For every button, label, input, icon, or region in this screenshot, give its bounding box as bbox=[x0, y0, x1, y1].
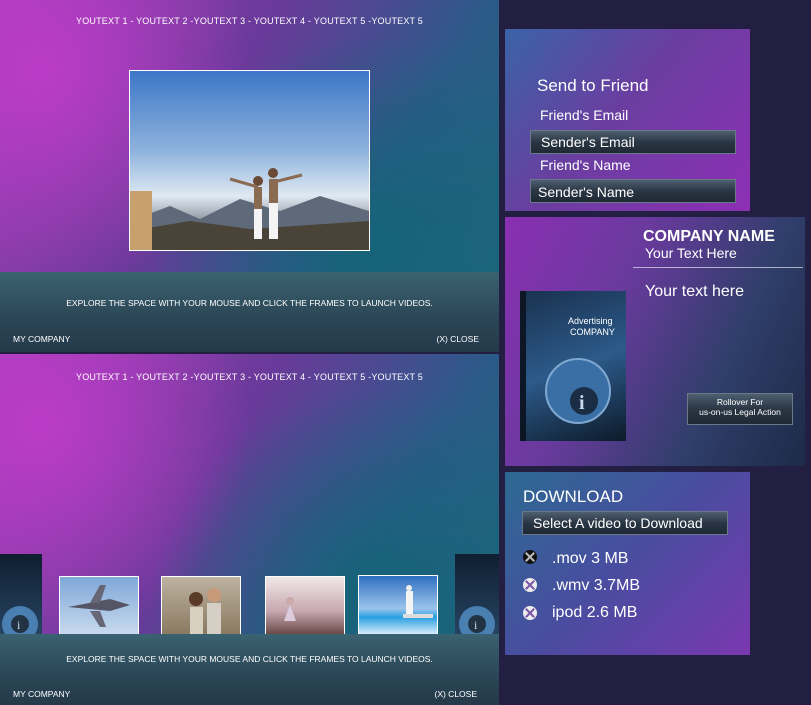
mov-option[interactable]: .mov 3 MB bbox=[552, 550, 628, 568]
send-to-friend-panel: Send to Friend Friend's Email Sender's E… bbox=[505, 29, 750, 211]
company-name: COMPANY NAME bbox=[643, 228, 775, 245]
company-subtitle: Your Text Here bbox=[645, 245, 737, 261]
poolside-couple-image bbox=[403, 585, 433, 618]
globe-info-icon: i bbox=[459, 606, 495, 642]
bottom-close-button[interactable]: (X) CLOSE bbox=[434, 689, 477, 699]
friends-email-field[interactable]: Friend's Email bbox=[540, 107, 628, 123]
bottom-company-link[interactable]: MY COMPANY bbox=[13, 689, 70, 699]
svg-text:i: i bbox=[579, 392, 585, 414]
couple-on-rock-image bbox=[130, 168, 369, 250]
senders-name-field[interactable]: Sender's Name bbox=[538, 184, 634, 200]
top-company-link[interactable]: MY COMPANY bbox=[13, 334, 70, 344]
top-instruction-text: EXPLORE THE SPACE WITH YOUR MOUSE AND CL… bbox=[66, 298, 433, 308]
thumbnail-couple[interactable] bbox=[161, 576, 241, 635]
globe-info-icon: i bbox=[545, 358, 611, 424]
video-player-bottom: YOUTEXT 1 - YOUTEXT 2 -YOUTEXT 3 - YOUTE… bbox=[0, 354, 499, 705]
company-divider bbox=[633, 267, 803, 268]
ipod-option-icon[interactable] bbox=[523, 606, 537, 620]
thumbnail-meditation[interactable] bbox=[265, 576, 345, 635]
top-close-button[interactable]: (X) CLOSE bbox=[436, 334, 479, 344]
senders-name-field-bar[interactable]: Sender's Name bbox=[530, 179, 736, 203]
download-title: DOWNLOAD bbox=[523, 487, 624, 506]
featured-video-frame[interactable] bbox=[129, 70, 370, 251]
ipod-option[interactable]: ipod 2.6 MB bbox=[552, 604, 637, 622]
left-globe-frame[interactable]: i bbox=[0, 554, 42, 646]
meditation-image bbox=[284, 597, 296, 621]
send-to-friend-title: Send to Friend bbox=[537, 76, 649, 95]
wmv-option-icon[interactable] bbox=[523, 578, 537, 592]
top-nav-links[interactable]: YOUTEXT 1 - YOUTEXT 2 -YOUTEXT 3 - YOUTE… bbox=[0, 16, 499, 26]
bottom-footer-bar: EXPLORE THE SPACE WITH YOUR MOUSE AND CL… bbox=[0, 634, 499, 705]
thumbnail-pool[interactable] bbox=[358, 575, 438, 636]
fighter-jet-image bbox=[68, 585, 130, 627]
download-panel: DOWNLOAD Select A video to Download .mov… bbox=[505, 472, 750, 655]
globe-info-icon: i bbox=[2, 606, 38, 642]
senders-email-field[interactable]: Sender's Email bbox=[541, 134, 635, 150]
rollover-line-2: us-on-us Legal Action bbox=[699, 407, 781, 417]
mov-option-icon[interactable] bbox=[523, 550, 537, 564]
select-video-button[interactable]: Select A video to Download bbox=[522, 511, 728, 535]
smiling-couple-image bbox=[189, 588, 221, 634]
company-info-panel: COMPANY NAME Your Text Here Your text he… bbox=[505, 217, 805, 466]
wmv-option[interactable]: .wmv 3.7MB bbox=[552, 577, 640, 595]
company-body-text: Your text here bbox=[645, 283, 745, 300]
bottom-instruction-text: EXPLORE THE SPACE WITH YOUR MOUSE AND CL… bbox=[66, 654, 433, 664]
bottom-nav-links[interactable]: YOUTEXT 1 - YOUTEXT 2 -YOUTEXT 3 - YOUTE… bbox=[0, 372, 499, 382]
friends-name-field[interactable]: Friend's Name bbox=[540, 157, 631, 173]
rollover-legal-button[interactable]: Rollover For us-on-us Legal Action bbox=[687, 393, 793, 425]
video-player-top: YOUTEXT 1 - YOUTEXT 2 -YOUTEXT 3 - YOUTE… bbox=[0, 0, 499, 352]
rollover-line-1: Rollover For bbox=[716, 397, 764, 407]
senders-email-field-bar[interactable]: Sender's Email bbox=[530, 130, 736, 154]
select-video-label: Select A video to Download bbox=[533, 515, 703, 531]
advertising-box: Advertising COMPANY i bbox=[520, 291, 626, 441]
right-globe-frame[interactable]: i bbox=[455, 554, 499, 646]
thumbnail-jet[interactable] bbox=[59, 576, 139, 635]
top-footer-bar: EXPLORE THE SPACE WITH YOUR MOUSE AND CL… bbox=[0, 272, 499, 352]
